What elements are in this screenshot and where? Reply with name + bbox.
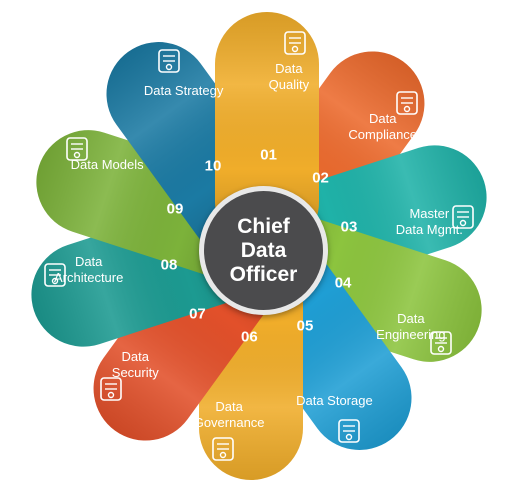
certificate-icon <box>280 28 310 58</box>
settings-window-icon <box>208 434 238 464</box>
segment-number-02: 02 <box>312 169 329 187</box>
chief-data-officer-hub: Chief Data Officer <box>199 186 328 315</box>
segment-label-04: Data Engineering <box>376 310 446 342</box>
segment-label-10: Data Strategy <box>143 83 224 99</box>
segment-number-09: 09 <box>166 200 184 218</box>
segment-number-07: 07 <box>189 305 206 323</box>
segment-number-04: 04 <box>334 274 352 292</box>
cdo-diagram: Data Quality 01 Data Compliance 02 Master Data … <box>0 0 519 501</box>
segment-label-07: Data Security <box>111 349 159 381</box>
hub-title-line2: Data <box>240 238 287 262</box>
segment-label-05: Data Storage <box>296 392 373 408</box>
segment-number-03: 03 <box>340 218 358 236</box>
segment-label-02: Data Compliance <box>348 110 418 142</box>
segment-number-01: 01 <box>260 146 277 163</box>
segment-label-03: Master Data Mgmt. <box>395 206 463 238</box>
segment-number-08: 08 <box>160 256 178 274</box>
segment-label-08: Data Architecture <box>53 253 124 285</box>
folder-storage-icon <box>334 416 364 446</box>
segment-label-01: Data Quality <box>268 60 310 92</box>
segment-label-09: Data Models <box>70 157 144 173</box>
segment-number-10: 10 <box>204 157 222 175</box>
segment-number-05: 05 <box>296 317 314 335</box>
hub-title-line1: Chief <box>237 214 290 238</box>
segment-number-06: 06 <box>241 328 258 346</box>
segment-label-06: Data Governance <box>193 399 265 431</box>
hub-title-line3: Officer <box>229 262 298 286</box>
chart-search-icon <box>154 46 184 76</box>
